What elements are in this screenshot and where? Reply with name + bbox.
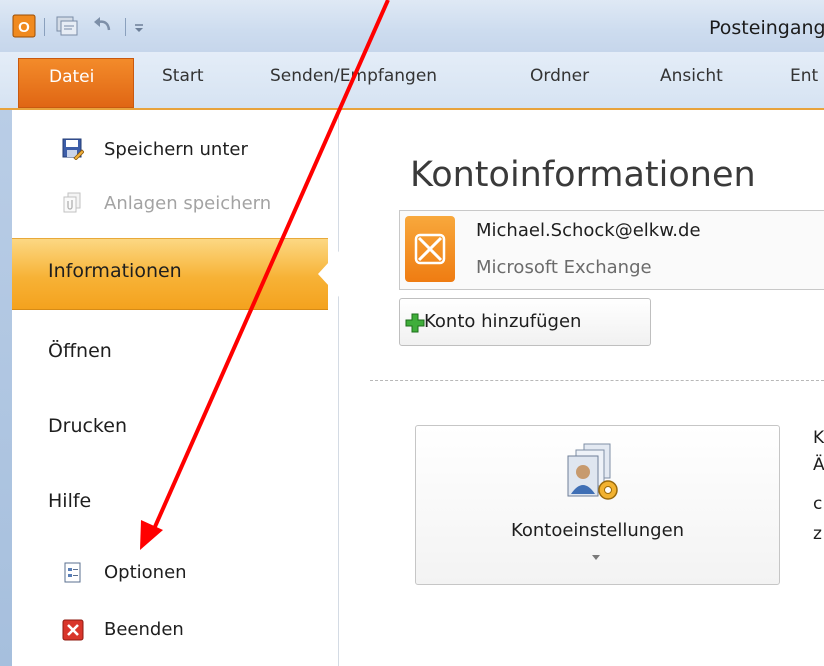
left-edge-strip	[0, 110, 12, 666]
svg-text:O: O	[18, 19, 30, 36]
nav-tab-informationen-label: Informationen	[48, 260, 182, 282]
exit-icon	[62, 619, 84, 641]
tab-ansicht[interactable]: Ansicht	[660, 66, 723, 86]
tab-entwicklertools[interactable]: Ent	[790, 66, 818, 86]
exchange-icon	[405, 216, 455, 282]
title-bar: O Posteingang	[0, 0, 824, 52]
save-attachments-icon	[62, 192, 84, 214]
account-email: Michael.Schock@elkw.de	[476, 220, 701, 241]
cut-off-text: K	[813, 428, 824, 448]
options-button[interactable]: Optionen	[104, 562, 187, 583]
undo-icon[interactable]	[90, 14, 116, 38]
plus-icon	[405, 313, 425, 333]
add-account-label: Konto hinzufügen	[424, 311, 582, 332]
tab-start[interactable]: Start	[162, 66, 204, 86]
cut-off-text: z	[813, 524, 822, 544]
outlook-app-icon[interactable]: O	[12, 14, 36, 38]
save-as-icon	[62, 138, 85, 161]
account-settings-icon	[562, 440, 632, 510]
window-title: Posteingang	[709, 17, 824, 39]
cut-off-text: c	[813, 494, 823, 514]
tab-ordner[interactable]: Ordner	[530, 66, 589, 86]
qat-separator	[44, 18, 45, 36]
qat-separator	[125, 18, 126, 36]
chevron-down-icon	[592, 555, 600, 560]
tab-datei[interactable]: Datei	[18, 58, 134, 108]
nav-tab-hilfe[interactable]: Hilfe	[48, 490, 91, 512]
nav-tab-drucken[interactable]: Drucken	[48, 415, 127, 437]
selected-tab-pointer	[318, 250, 340, 298]
exit-button[interactable]: Beenden	[104, 619, 184, 640]
customize-quick-access-icon[interactable]	[132, 14, 146, 38]
save-attachments-button: Anlagen speichern	[104, 193, 272, 214]
account-settings-label: Kontoeinstellungen	[510, 520, 685, 541]
options-icon	[62, 562, 84, 584]
nav-tab-oeffnen[interactable]: Öffnen	[48, 340, 112, 362]
save-as-button[interactable]: Speichern unter	[104, 139, 248, 160]
send-receive-all-icon[interactable]	[54, 14, 80, 38]
cut-off-text: Ä	[813, 455, 824, 475]
page-title: Kontoinformationen	[410, 155, 756, 195]
tab-senden-empfangen[interactable]: Senden/Empfangen	[270, 66, 437, 86]
section-divider	[370, 380, 824, 381]
account-type: Microsoft Exchange	[476, 257, 652, 278]
